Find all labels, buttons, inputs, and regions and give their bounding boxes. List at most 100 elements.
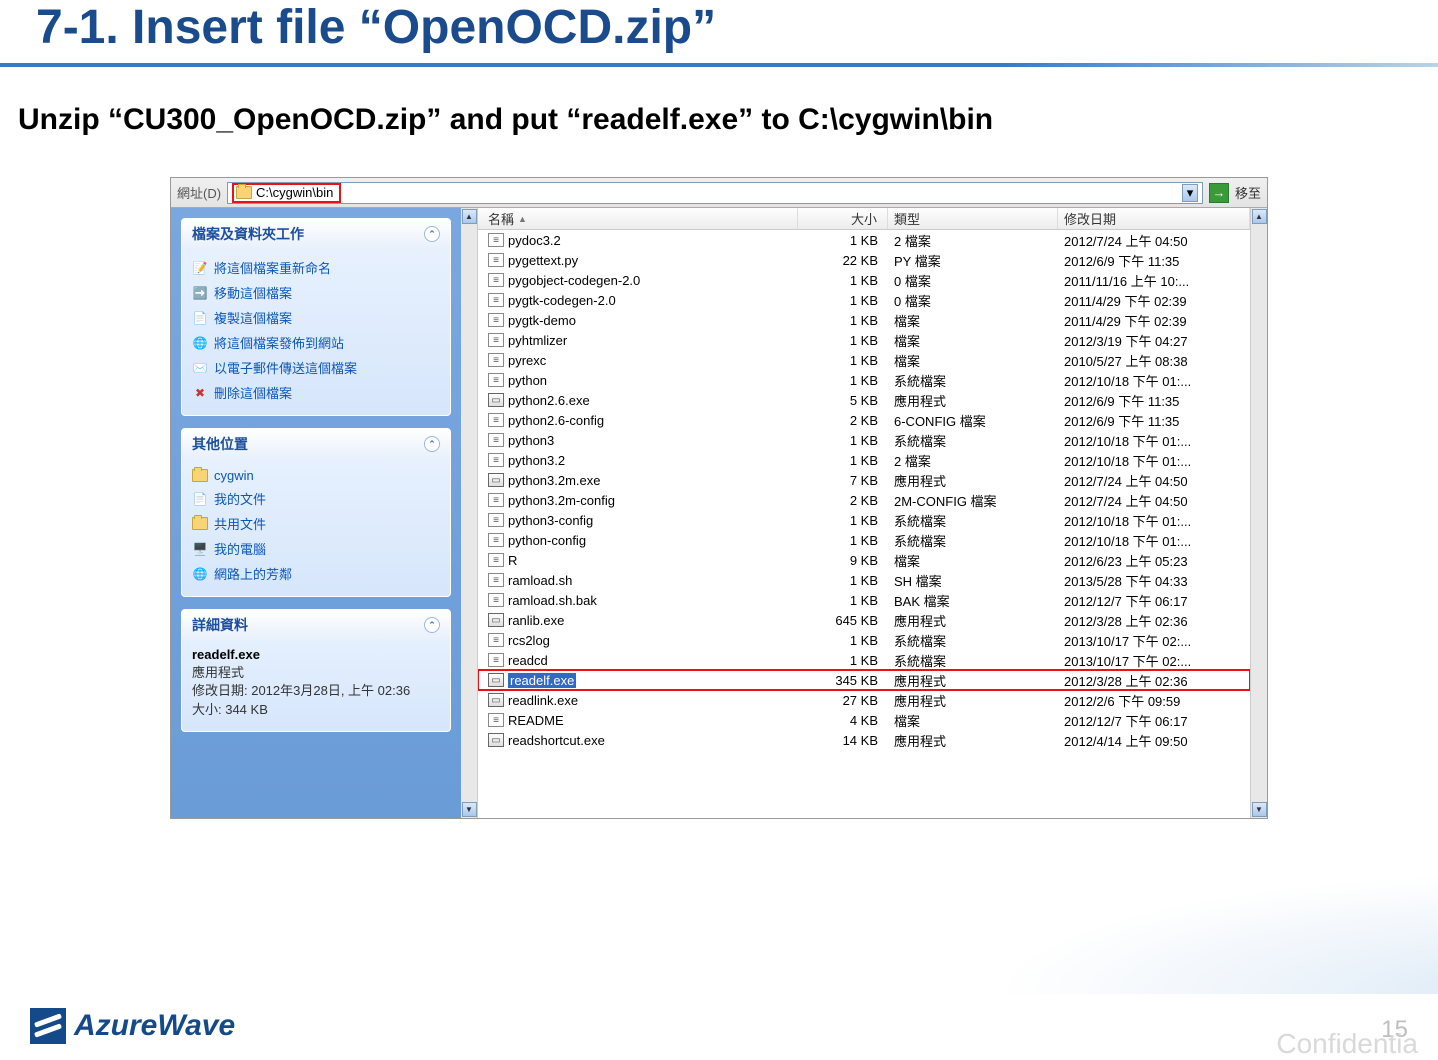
file-name: python3.2m.exe — [508, 473, 601, 488]
task-label: 將這個檔案發佈到網站 — [214, 333, 344, 352]
file-icon: ≡ — [488, 593, 504, 607]
table-row[interactable]: ≡README4 KB檔案2012/12/7 下午 06:17 — [478, 710, 1250, 730]
folder-icon — [236, 186, 252, 199]
task-icon: 📄 — [192, 310, 208, 326]
file-size: 1 KB — [798, 333, 888, 348]
chevron-down-icon: ▾ — [1187, 185, 1194, 201]
file-name: pyrexc — [508, 353, 546, 368]
file-size: 7 KB — [798, 473, 888, 488]
file-date: 2012/7/24 上午 04:50 — [1058, 491, 1250, 510]
scroll-down-icon[interactable]: ▼ — [462, 802, 477, 817]
table-row[interactable]: ≡python31 KB系統檔案2012/10/18 下午 01:... — [478, 430, 1250, 450]
place-item[interactable]: cygwin — [190, 465, 442, 486]
tasks-panel-header[interactable]: 檔案及資料夾工作 ⌃ — [182, 219, 450, 249]
place-item[interactable]: 📄我的文件 — [190, 486, 442, 511]
scroll-up-icon[interactable]: ▲ — [1252, 209, 1267, 224]
table-row[interactable]: ▭python3.2m.exe7 KB應用程式2012/7/24 上午 04:5… — [478, 470, 1250, 490]
places-panel-body: cygwin📄我的文件共用文件🖥️我的電腦🌐網路上的芳鄰 — [182, 459, 450, 596]
scrollbar-right[interactable]: ▲ ▼ — [1250, 208, 1267, 818]
file-date: 2012/6/9 下午 11:35 — [1058, 391, 1250, 410]
details-panel-header[interactable]: 詳細資料 ⌃ — [182, 610, 450, 640]
table-row[interactable]: ≡readcd1 KB系統檔案2013/10/17 下午 02:... — [478, 650, 1250, 670]
task-item[interactable]: 📝將這個檔案重新命名 — [190, 255, 442, 280]
table-row[interactable]: ≡pygettext.py22 KBPY 檔案2012/6/9 下午 11:35 — [478, 250, 1250, 270]
table-row[interactable]: ▭ranlib.exe645 KB應用程式2012/3/28 上午 02:36 — [478, 610, 1250, 630]
file-date: 2012/2/6 下午 09:59 — [1058, 691, 1250, 710]
task-item[interactable]: 🌐將這個檔案發佈到網站 — [190, 330, 442, 355]
task-item[interactable]: ✉️以電子郵件傳送這個檔案 — [190, 355, 442, 380]
place-item[interactable]: 🌐網路上的芳鄰 — [190, 561, 442, 586]
place-item[interactable]: 🖥️我的電腦 — [190, 536, 442, 561]
file-type: 檔案 — [888, 551, 1058, 570]
details-panel-body: readelf.exe 應用程式 修改日期: 2012年3月28日, 上午 02… — [182, 640, 450, 731]
table-row[interactable]: ≡pygobject-codegen-2.01 KB0 檔案2011/11/16… — [478, 270, 1250, 290]
table-row[interactable]: ▭readlink.exe27 KB應用程式2012/2/6 下午 09:59 — [478, 690, 1250, 710]
table-row[interactable]: ≡pyrexc1 KB檔案2010/5/27 上午 08:38 — [478, 350, 1250, 370]
table-row[interactable]: ▭readelf.exe345 KB應用程式2012/3/28 上午 02:36 — [478, 670, 1250, 690]
file-type: 檔案 — [888, 311, 1058, 330]
table-row[interactable]: ▭readshortcut.exe14 KB應用程式2012/4/14 上午 0… — [478, 730, 1250, 750]
folder-icon — [192, 469, 208, 482]
table-row[interactable]: ≡python-config1 KB系統檔案2012/10/18 下午 01:.… — [478, 530, 1250, 550]
address-input[interactable]: C:\cygwin\bin ▾ — [227, 182, 1203, 204]
table-row[interactable]: ≡python3-config1 KB系統檔案2012/10/18 下午 01:… — [478, 510, 1250, 530]
file-name: python3 — [508, 433, 554, 448]
column-header-date[interactable]: 修改日期 — [1058, 208, 1250, 229]
table-row[interactable]: ≡pygtk-demo1 KB檔案2011/4/29 下午 02:39 — [478, 310, 1250, 330]
collapse-icon[interactable]: ⌃ — [424, 436, 440, 452]
table-row[interactable]: ≡pygtk-codegen-2.01 KB0 檔案2011/4/29 下午 0… — [478, 290, 1250, 310]
column-header-type[interactable]: 類型 — [888, 208, 1058, 229]
task-item[interactable]: 📄複製這個檔案 — [190, 305, 442, 330]
file-icon: ≡ — [488, 273, 504, 287]
table-row[interactable]: ≡ramload.sh.bak1 KBBAK 檔案2012/12/7 下午 06… — [478, 590, 1250, 610]
scroll-up-icon[interactable]: ▲ — [462, 209, 477, 224]
scroll-down-icon[interactable]: ▼ — [1252, 802, 1267, 817]
file-icon: ≡ — [488, 293, 504, 307]
table-row[interactable]: ≡pydoc3.21 KB2 檔案2012/7/24 上午 04:50 — [478, 230, 1250, 250]
table-row[interactable]: ▭python2.6.exe5 KB應用程式2012/6/9 下午 11:35 — [478, 390, 1250, 410]
table-row[interactable]: ≡ramload.sh1 KBSH 檔案2013/5/28 下午 04:33 — [478, 570, 1250, 590]
file-type: 0 檔案 — [888, 271, 1058, 290]
collapse-icon[interactable]: ⌃ — [424, 617, 440, 633]
file-type: 應用程式 — [888, 471, 1058, 490]
table-row[interactable]: ≡python3.2m-config2 KB2M-CONFIG 檔案2012/7… — [478, 490, 1250, 510]
file-name: python-config — [508, 533, 586, 548]
column-type-label: 類型 — [894, 209, 920, 228]
file-size: 2 KB — [798, 493, 888, 508]
file-date: 2011/11/16 上午 10:... — [1058, 271, 1250, 290]
file-icon: ≡ — [488, 453, 504, 467]
table-row[interactable]: ≡pyhtmlizer1 KB檔案2012/3/19 下午 04:27 — [478, 330, 1250, 350]
task-item[interactable]: ➡️移動這個檔案 — [190, 280, 442, 305]
table-row[interactable]: ≡R9 KB檔案2012/6/23 上午 05:23 — [478, 550, 1250, 570]
task-item[interactable]: ✖刪除這個檔案 — [190, 380, 442, 405]
file-icon: ≡ — [488, 353, 504, 367]
collapse-icon[interactable]: ⌃ — [424, 226, 440, 242]
file-date: 2013/5/28 下午 04:33 — [1058, 571, 1250, 590]
column-size-label: 大小 — [851, 209, 877, 228]
file-date: 2012/3/28 上午 02:36 — [1058, 671, 1250, 690]
address-dropdown-button[interactable]: ▾ — [1182, 184, 1198, 202]
column-header-name[interactable]: 名稱 ▲ — [478, 208, 798, 229]
file-type: 系統檔案 — [888, 531, 1058, 550]
scrollbar-left[interactable]: ▲ ▼ — [461, 208, 478, 818]
file-date: 2011/4/29 下午 02:39 — [1058, 291, 1250, 310]
file-icon: ≡ — [488, 573, 504, 587]
file-date: 2012/7/24 上午 04:50 — [1058, 231, 1250, 250]
table-row[interactable]: ≡python2.6-config2 KB6-CONFIG 檔案2012/6/9… — [478, 410, 1250, 430]
column-header-size[interactable]: 大小 — [798, 208, 888, 229]
file-icon: ≡ — [488, 533, 504, 547]
file-date: 2012/7/24 上午 04:50 — [1058, 471, 1250, 490]
table-row[interactable]: ≡rcs2log1 KB系統檔案2013/10/17 下午 02:... — [478, 630, 1250, 650]
go-button[interactable]: → — [1209, 183, 1229, 203]
places-panel-header[interactable]: 其他位置 ⌃ — [182, 429, 450, 459]
table-row[interactable]: ≡python3.21 KB2 檔案2012/10/18 下午 01:... — [478, 450, 1250, 470]
file-icon: ≡ — [488, 633, 504, 647]
slide-title: 7-1. Insert file “OpenOCD.zip” — [0, 0, 1438, 63]
details-filetype: 應用程式 — [192, 664, 440, 682]
file-name: pyhtmlizer — [508, 333, 567, 348]
file-type: PY 檔案 — [888, 251, 1058, 270]
table-row[interactable]: ≡python1 KB系統檔案2012/10/18 下午 01:... — [478, 370, 1250, 390]
explorer-window: 網址(D) C:\cygwin\bin ▾ → 移至 檔案及資料夾工作 ⌃ 📝將… — [170, 177, 1268, 819]
details-panel: 詳細資料 ⌃ readelf.exe 應用程式 修改日期: 2012年3月28日… — [181, 609, 451, 732]
place-item[interactable]: 共用文件 — [190, 511, 442, 536]
